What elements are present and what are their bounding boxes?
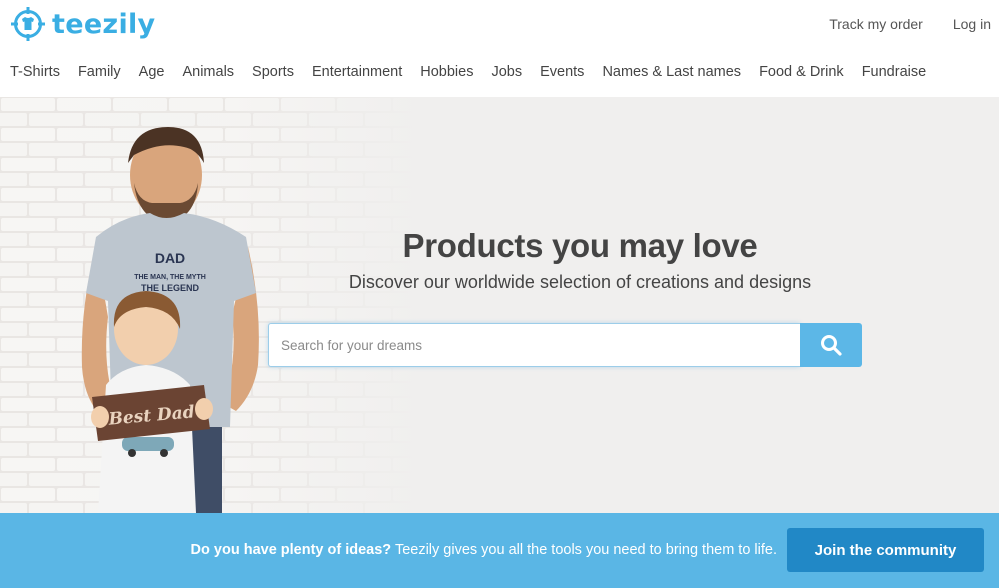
nav-item-hobbies[interactable]: Hobbies (420, 64, 473, 80)
hero-subtitle: Discover our worldwide selection of crea… (348, 272, 812, 292)
nav-item-age[interactable]: Age (139, 64, 165, 80)
banner-text: Teezily gives you all the tools you need… (391, 542, 777, 558)
shirt-line-2: THE MAN, THE MYTH (134, 274, 206, 281)
site-header: teezily Track my order Log in T-Shirts F… (0, 0, 999, 97)
community-banner: Do you have plenty of ideas? Teezily giv… (0, 513, 999, 588)
login-link[interactable]: Log in (953, 16, 991, 32)
banner-message: Do you have plenty of ideas? Teezily giv… (191, 542, 777, 558)
nav-item-fundraise[interactable]: Fundraise (862, 64, 926, 80)
shirt-line-1: DAD (155, 250, 185, 266)
nav-item-food-drink[interactable]: Food & Drink (759, 64, 844, 80)
nav-item-names[interactable]: Names & Last names (602, 64, 741, 80)
hero-photo: DAD THE MAN, THE MYTH THE LEGEND Best Da… (0, 97, 420, 513)
hero-section: DAD THE MAN, THE MYTH THE LEGEND Best Da… (0, 97, 999, 513)
hero-title: Products you may love (402, 227, 758, 264)
track-order-link[interactable]: Track my order (829, 16, 923, 32)
nav-item-sports[interactable]: Sports (252, 64, 294, 80)
nav-item-entertainment[interactable]: Entertainment (312, 64, 402, 80)
account-links: Track my order Log in (829, 16, 991, 32)
brand-name: teezily (52, 8, 156, 40)
nav-item-jobs[interactable]: Jobs (491, 64, 522, 80)
banner-bold-text: Do you have plenty of ideas? (190, 542, 392, 558)
nav-item-tshirts[interactable]: T-Shirts (10, 64, 60, 80)
search-icon (821, 335, 842, 356)
category-nav: T-Shirts Family Age Animals Sports Enter… (10, 64, 944, 80)
search-bar (268, 323, 862, 367)
search-button[interactable] (800, 323, 862, 367)
nav-item-events[interactable]: Events (540, 64, 584, 80)
brand-logo[interactable]: teezily (10, 5, 155, 43)
search-input[interactable] (268, 323, 800, 367)
nav-item-animals[interactable]: Animals (182, 64, 234, 80)
join-community-button[interactable]: Join the community (787, 528, 984, 572)
crosshair-tshirt-icon (11, 7, 45, 41)
nav-item-family[interactable]: Family (78, 64, 121, 80)
